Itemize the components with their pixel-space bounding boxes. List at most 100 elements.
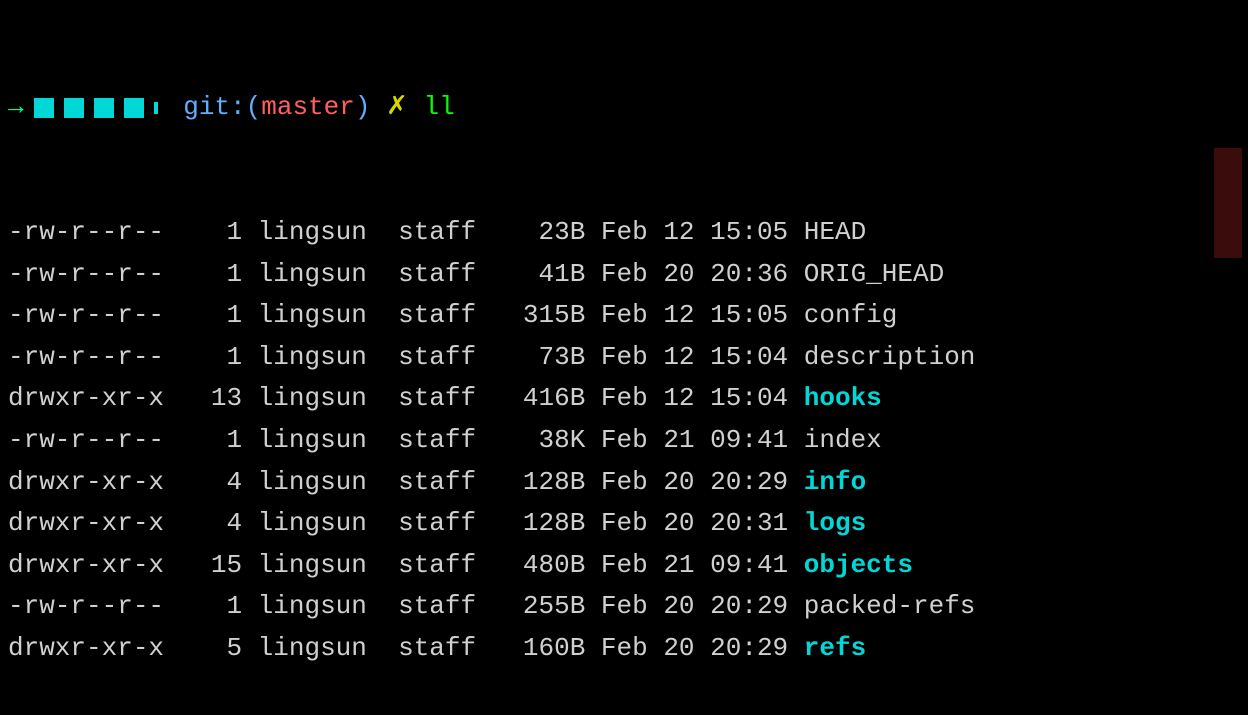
filename: hooks: [804, 378, 882, 420]
permissions: drwxr-xr-x: [8, 628, 180, 670]
prompt-path-icons: [34, 98, 158, 118]
link-count: 1: [180, 212, 258, 254]
square-icon: [154, 102, 158, 114]
filename: info: [804, 462, 866, 504]
size: 23B: [492, 212, 601, 254]
date: Feb 12 15:05: [601, 295, 804, 337]
group: staff: [382, 586, 491, 628]
owner: lingsun: [258, 337, 383, 379]
link-count: 1: [180, 420, 258, 462]
owner: lingsun: [258, 503, 383, 545]
size: 480B: [492, 545, 601, 587]
size: 160B: [492, 628, 601, 670]
owner: lingsun: [258, 586, 383, 628]
size: 128B: [492, 503, 601, 545]
group: staff: [382, 503, 491, 545]
filename: logs: [804, 503, 866, 545]
list-row: -rw-r--r-- 1 lingsun staff 73B Feb 12 15…: [8, 337, 1240, 379]
list-row: -rw-r--r-- 1 lingsun staff 315B Feb 12 1…: [8, 295, 1240, 337]
file-listing: -rw-r--r-- 1 lingsun staff 23B Feb 12 15…: [8, 212, 1240, 670]
date: Feb 21 09:41: [601, 420, 804, 462]
permissions: -rw-r--r--: [8, 337, 180, 379]
date: Feb 20 20:31: [601, 503, 804, 545]
list-row: -rw-r--r-- 1 lingsun staff 41B Feb 20 20…: [8, 254, 1240, 296]
filename: description: [804, 337, 976, 379]
permissions: drwxr-xr-x: [8, 545, 180, 587]
filename: ORIG_HEAD: [804, 254, 944, 296]
git-label: git:: [183, 87, 245, 129]
filename: index: [804, 420, 882, 462]
owner: lingsun: [258, 378, 383, 420]
group: staff: [382, 378, 491, 420]
link-count: 15: [180, 545, 258, 587]
date: Feb 21 09:41: [601, 545, 804, 587]
terminal-output[interactable]: → git: ( master ) ✗ ll -rw-r--r-- 1 ling…: [0, 0, 1248, 715]
size: 416B: [492, 378, 601, 420]
owner: lingsun: [258, 628, 383, 670]
command: ll: [424, 87, 455, 129]
date: Feb 12 15:04: [601, 337, 804, 379]
owner: lingsun: [258, 295, 383, 337]
size: 73B: [492, 337, 601, 379]
owner: lingsun: [258, 420, 383, 462]
date: Feb 12 15:05: [601, 212, 804, 254]
owner: lingsun: [258, 254, 383, 296]
group: staff: [382, 254, 491, 296]
size: 315B: [492, 295, 601, 337]
link-count: 5: [180, 628, 258, 670]
date: Feb 20 20:36: [601, 254, 804, 296]
group: staff: [382, 628, 491, 670]
permissions: -rw-r--r--: [8, 295, 180, 337]
group: staff: [382, 295, 491, 337]
owner: lingsun: [258, 462, 383, 504]
list-row: -rw-r--r-- 1 lingsun staff 23B Feb 12 15…: [8, 212, 1240, 254]
scrollbar-marker: [1214, 148, 1242, 258]
group: staff: [382, 337, 491, 379]
link-count: 4: [180, 462, 258, 504]
link-count: 1: [180, 295, 258, 337]
list-row: drwxr-xr-x 5 lingsun staff 160B Feb 20 2…: [8, 628, 1240, 670]
link-count: 1: [180, 586, 258, 628]
square-icon: [94, 98, 114, 118]
list-row: drwxr-xr-x 15 lingsun staff 480B Feb 21 …: [8, 545, 1240, 587]
size: 128B: [492, 462, 601, 504]
permissions: -rw-r--r--: [8, 586, 180, 628]
link-count: 4: [180, 503, 258, 545]
size: 255B: [492, 586, 601, 628]
git-branch: master: [261, 87, 355, 129]
prompt-line: → git: ( master ) ✗ ll: [8, 87, 1240, 129]
filename: objects: [804, 545, 913, 587]
permissions: -rw-r--r--: [8, 420, 180, 462]
filename: HEAD: [804, 212, 866, 254]
permissions: -rw-r--r--: [8, 212, 180, 254]
owner: lingsun: [258, 545, 383, 587]
group: staff: [382, 420, 491, 462]
paren-close: ): [355, 87, 371, 129]
permissions: drwxr-xr-x: [8, 378, 180, 420]
list-row: drwxr-xr-x 4 lingsun staff 128B Feb 20 2…: [8, 462, 1240, 504]
size: 38K: [492, 420, 601, 462]
permissions: -rw-r--r--: [8, 254, 180, 296]
list-row: -rw-r--r-- 1 lingsun staff 255B Feb 20 2…: [8, 586, 1240, 628]
size: 41B: [492, 254, 601, 296]
prompt-arrow-icon: →: [8, 87, 24, 129]
owner: lingsun: [258, 212, 383, 254]
filename: config: [804, 295, 898, 337]
square-icon: [34, 98, 54, 118]
dirty-flag-icon: ✗: [386, 87, 408, 129]
link-count: 1: [180, 337, 258, 379]
paren-open: (: [246, 87, 262, 129]
date: Feb 20 20:29: [601, 462, 804, 504]
filename: refs: [804, 628, 866, 670]
square-icon: [64, 98, 84, 118]
group: staff: [382, 545, 491, 587]
date: Feb 20 20:29: [601, 586, 804, 628]
group: staff: [382, 462, 491, 504]
square-icon: [124, 98, 144, 118]
link-count: 13: [180, 378, 258, 420]
list-row: drwxr-xr-x 13 lingsun staff 416B Feb 12 …: [8, 378, 1240, 420]
group: staff: [382, 212, 491, 254]
link-count: 1: [180, 254, 258, 296]
list-row: -rw-r--r-- 1 lingsun staff 38K Feb 21 09…: [8, 420, 1240, 462]
list-row: drwxr-xr-x 4 lingsun staff 128B Feb 20 2…: [8, 503, 1240, 545]
